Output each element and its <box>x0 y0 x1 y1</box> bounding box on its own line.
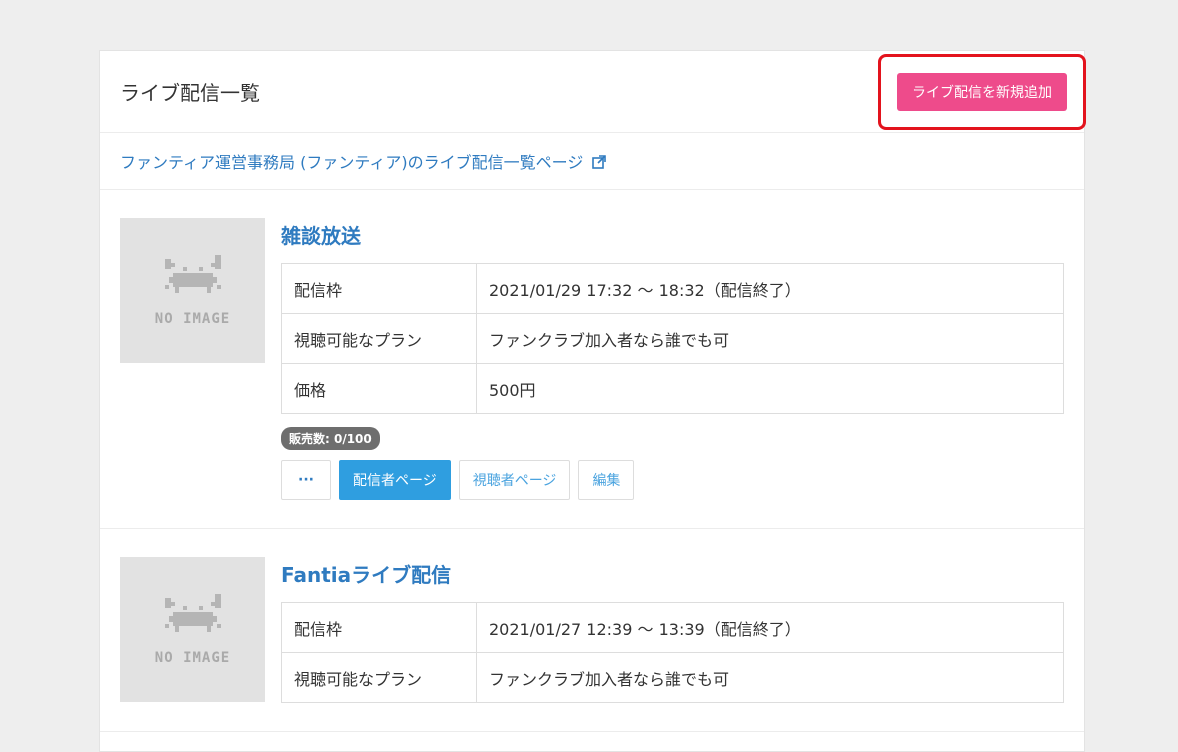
edit-button[interactable]: 編集 <box>578 460 635 500</box>
live-item: NO IMAGE Fantiaライブ配信 配信枠 2021/01/27 12:3… <box>100 529 1084 732</box>
live-item-body: Fantiaライブ配信 配信枠 2021/01/27 12:39 〜 13:39… <box>281 557 1064 703</box>
live-title-link[interactable]: Fantiaライブ配信 <box>281 559 1064 588</box>
viewer-page-button[interactable]: 視聴者ページ <box>458 460 571 500</box>
live-info-table: 配信枠 2021/01/27 12:39 〜 13:39（配信終了） 視聴可能な… <box>281 602 1064 703</box>
sales-count-badge: 販売数: 0/100 <box>281 427 380 450</box>
public-page-link-row: ファンティア運営事務局 (ファンティア)のライブ配信一覧ページ <box>100 133 1084 190</box>
page-title: ライブ配信一覧 <box>120 81 260 105</box>
live-info-table: 配信枠 2021/01/29 17:32 〜 18:32（配信終了） 視聴可能な… <box>281 263 1064 414</box>
row-value: ファンクラブ加入者なら誰でも可 <box>476 652 1064 703</box>
no-image-thumbnail: NO IMAGE <box>120 557 265 702</box>
live-item: NO IMAGE 雑談放送 配信枠 2021/01/29 17:32 〜 18:… <box>100 190 1084 529</box>
no-image-label: NO IMAGE <box>154 310 231 327</box>
public-list-link-text: ファンティア運営事務局 (ファンティア)のライブ配信一覧ページ <box>120 153 584 172</box>
row-key: 視聴可能なプラン <box>281 652 477 703</box>
row-value: 2021/01/27 12:39 〜 13:39（配信終了） <box>476 602 1064 653</box>
more-options-button[interactable]: ··· <box>281 460 331 500</box>
row-key: 視聴可能なプラン <box>281 313 477 364</box>
crab-placeholder-icon <box>161 593 225 642</box>
row-value: 500円 <box>476 363 1064 414</box>
row-key: 配信枠 <box>281 602 477 653</box>
panel-header: ライブ配信一覧 ライブ配信を新規追加 <box>100 51 1086 133</box>
live-item-body: 雑談放送 配信枠 2021/01/29 17:32 〜 18:32（配信終了） … <box>281 218 1064 500</box>
row-value: 2021/01/29 17:32 〜 18:32（配信終了） <box>476 263 1064 314</box>
add-button-highlight: ライブ配信を新規追加 <box>878 53 1086 130</box>
streamer-page-button[interactable]: 配信者ページ <box>338 460 451 500</box>
row-value: ファンクラブ加入者なら誰でも可 <box>476 313 1064 364</box>
row-key: 価格 <box>281 363 477 414</box>
external-link-icon <box>592 154 607 173</box>
public-list-link[interactable]: ファンティア運営事務局 (ファンティア)のライブ配信一覧ページ <box>120 149 607 173</box>
item-actions: ··· 配信者ページ 視聴者ページ 編集 <box>281 460 1064 500</box>
crab-placeholder-icon <box>161 254 225 303</box>
table-row: 配信枠 2021/01/27 12:39 〜 13:39（配信終了） <box>281 602 1064 653</box>
no-image-label: NO IMAGE <box>154 649 231 666</box>
live-list-panel: ライブ配信一覧 ライブ配信を新規追加 ファンティア運営事務局 (ファンティア)の… <box>99 50 1086 752</box>
add-live-button[interactable]: ライブ配信を新規追加 <box>897 72 1067 111</box>
table-row: 視聴可能なプラン ファンクラブ加入者なら誰でも可 <box>281 652 1064 703</box>
live-title-link[interactable]: 雑談放送 <box>281 220 1064 249</box>
table-row: 配信枠 2021/01/29 17:32 〜 18:32（配信終了） <box>281 263 1064 314</box>
no-image-thumbnail: NO IMAGE <box>120 218 265 363</box>
row-key: 配信枠 <box>281 263 477 314</box>
table-row: 価格 500円 <box>281 363 1064 414</box>
table-row: 視聴可能なプラン ファンクラブ加入者なら誰でも可 <box>281 313 1064 364</box>
